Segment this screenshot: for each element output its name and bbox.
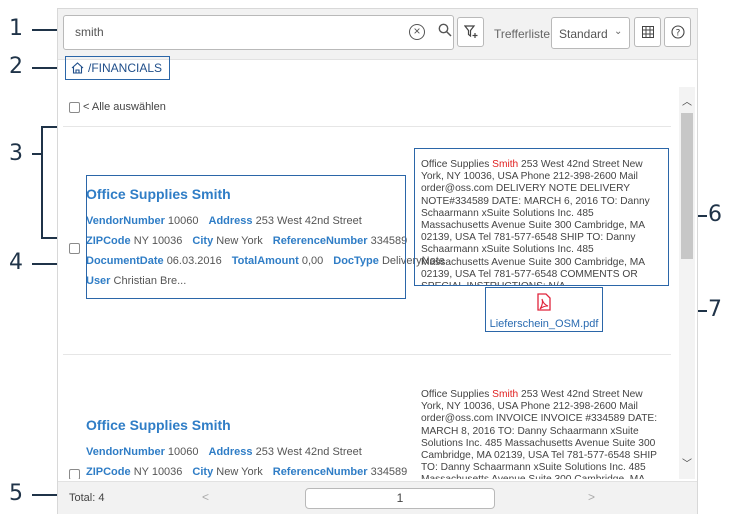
page-number-input[interactable]: 1 <box>305 488 495 509</box>
scroll-down-icon[interactable]: ﹀ <box>682 455 692 470</box>
scrollbar-thumb[interactable] <box>681 113 693 259</box>
select-all-label: < Alle auswählen <box>83 101 166 113</box>
callout-1: 1 <box>9 16 23 41</box>
attachment-filename[interactable]: Lieferschein_OSM.pdf <box>486 318 602 330</box>
callout-5-line <box>32 494 58 496</box>
previous-page-button[interactable]: < <box>202 490 209 504</box>
search-box: × <box>63 15 454 50</box>
pagination-bar: Total: 4 < 1 > <box>58 481 697 514</box>
search-input[interactable] <box>73 24 397 40</box>
result-metadata-highlight-box <box>86 175 406 299</box>
result-text-preview: Office Supplies Smith 253 West 42nd Stre… <box>421 389 658 479</box>
callout-6: 6 <box>708 202 722 227</box>
next-page-button[interactable]: > <box>588 490 595 504</box>
search-toolbar: × Trefferliste: Standard ⌄ <box>58 9 697 60</box>
filter-button[interactable] <box>457 17 484 47</box>
scroll-up-icon[interactable]: ︿ <box>682 93 692 108</box>
callout-5: 5 <box>9 481 23 506</box>
result-list-select[interactable]: Standard ⌄ <box>551 17 630 49</box>
text-preview-highlight-box <box>414 148 669 286</box>
search-icon[interactable] <box>438 23 452 37</box>
select-all[interactable]: < Alle auswählen <box>69 101 166 113</box>
pdf-file-icon <box>537 293 551 311</box>
breadcrumb: /FINANCIALS <box>65 56 171 80</box>
callout-7: 7 <box>708 297 722 322</box>
callout-4: 4 <box>9 250 23 275</box>
table-grid-icon <box>642 26 654 38</box>
svg-text:?: ? <box>676 29 681 39</box>
breadcrumb-path[interactable]: /FINANCIALS <box>88 61 162 75</box>
chevron-down-icon: ⌄ <box>614 26 623 37</box>
result-list-label: Trefferliste: <box>494 27 554 41</box>
result-checkbox[interactable] <box>69 469 80 479</box>
callout-3: 3 <box>9 141 23 166</box>
divider <box>63 354 671 355</box>
result-list-select-value: Standard <box>559 27 608 41</box>
result-title[interactable]: Office Supplies Smith <box>86 417 407 433</box>
help-button[interactable]: ? <box>664 17 691 47</box>
help-icon: ? <box>671 25 685 39</box>
result-meta-line: ZIPCode NY 10036 City New York ReferenceNu… <box>86 466 408 478</box>
home-icon[interactable] <box>71 62 84 74</box>
result-checkbox[interactable] <box>69 243 80 254</box>
callout-3-bracket-top <box>41 126 43 238</box>
filter-icon <box>464 25 478 38</box>
attachment-link[interactable]: Lieferschein_OSM.pdf <box>485 287 603 332</box>
total-count: Total: 4 <box>69 492 105 504</box>
select-all-checkbox[interactable] <box>69 101 80 113</box>
result-meta-line: VendorNumber 10060 Address 253 West 42nd … <box>86 446 362 458</box>
callout-2: 2 <box>9 54 23 79</box>
search-app-window: × Trefferliste: Standard ⌄ <box>57 8 698 514</box>
vertical-scrollbar[interactable]: ︿ ﹀ <box>679 87 695 479</box>
clear-search-icon[interactable]: × <box>409 24 425 40</box>
search-highlight: Smith <box>492 389 519 400</box>
result-card[interactable]: Office Supplies Smith VendorNumber 10060… <box>86 417 407 479</box>
table-view-button[interactable] <box>634 17 661 47</box>
